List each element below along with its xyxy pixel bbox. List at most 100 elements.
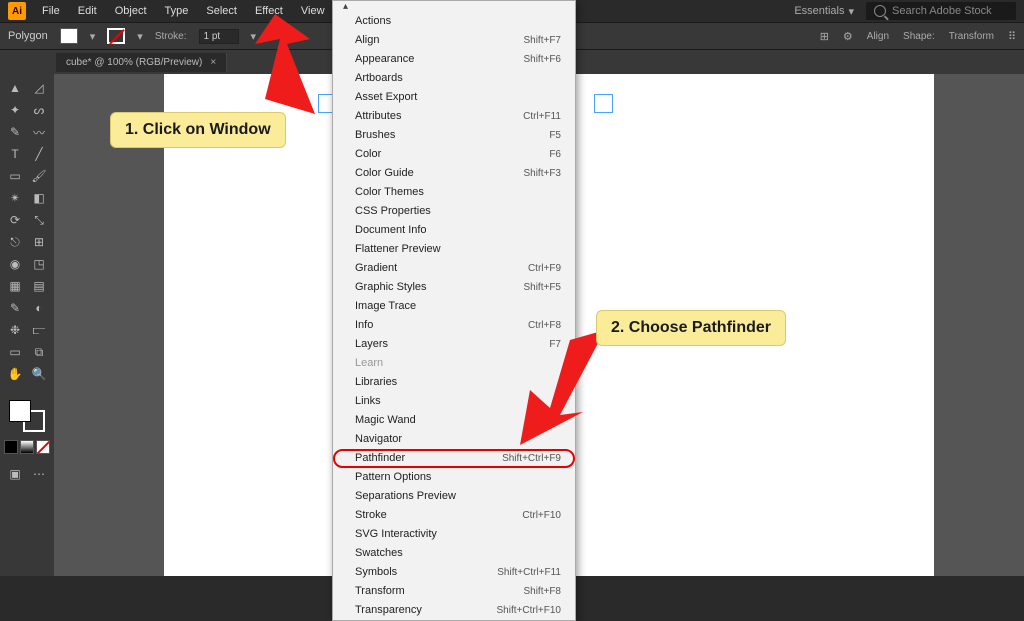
edit-toolbar-button[interactable]: ⋯	[28, 464, 50, 484]
menu-item-label: Layers	[355, 337, 388, 352]
menu-item-appearance[interactable]: AppearanceShift+F6	[333, 50, 575, 69]
shape-builder-tool[interactable]: ◉	[4, 254, 26, 274]
menu-edit[interactable]: Edit	[70, 2, 105, 20]
menu-item-flattener-preview[interactable]: Flattener Preview	[333, 240, 575, 259]
menu-item-label: Magic Wand	[355, 413, 416, 428]
menu-file[interactable]: File	[34, 2, 68, 20]
menu-item-align[interactable]: AlignShift+F7	[333, 31, 575, 50]
preferences-icon[interactable]: ⚙	[843, 30, 853, 43]
search-stock-input[interactable]: Search Adobe Stock	[866, 2, 1016, 20]
menu-item-symbols[interactable]: SymbolsShift+Ctrl+F11	[333, 563, 575, 582]
scroll-up-arrow-icon[interactable]: ▴	[333, 1, 575, 12]
annotation-callout-1: 1. Click on Window	[110, 112, 286, 148]
fill-stroke-control[interactable]	[9, 400, 45, 432]
hand-tool[interactable]: ✋	[4, 364, 26, 384]
mesh-tool[interactable]: ▦	[4, 276, 26, 296]
menu-item-color-guide[interactable]: Color GuideShift+F3	[333, 164, 575, 183]
menu-item-css-properties[interactable]: CSS Properties	[333, 202, 575, 221]
document-setup-icon[interactable]: ⊞	[820, 30, 829, 43]
menu-item-svg-interactivity[interactable]: SVG Interactivity	[333, 525, 575, 544]
menu-item-shortcut: Shift+F6	[523, 52, 561, 67]
tool-row: ❉⫍	[2, 320, 52, 340]
zoom-tool[interactable]: 🔍	[28, 364, 50, 384]
menu-item-label: Color Guide	[355, 166, 414, 181]
slice-tool[interactable]: ⧉	[28, 342, 50, 362]
workspace-label: Essentials	[794, 5, 844, 17]
eyedropper-tool[interactable]: ✎	[4, 298, 26, 318]
selection-tool[interactable]: ▲	[4, 78, 26, 98]
tool-row: ▲◿	[2, 78, 52, 98]
menu-type[interactable]: Type	[157, 2, 197, 20]
tool-row: ✴◧	[2, 188, 52, 208]
menu-item-brushes[interactable]: BrushesF5	[333, 126, 575, 145]
menu-item-attributes[interactable]: AttributesCtrl+F11	[333, 107, 575, 126]
selection-handle[interactable]	[594, 94, 613, 113]
screen-mode-button[interactable]: ▣	[4, 464, 26, 484]
menu-item-artboards[interactable]: Artboards	[333, 69, 575, 88]
shaper-tool[interactable]: ✴	[4, 188, 26, 208]
menu-item-pattern-options[interactable]: Pattern Options	[333, 468, 575, 487]
width-tool[interactable]: ⎋	[4, 232, 26, 252]
align-panel-button[interactable]: Align	[867, 31, 889, 42]
color-mode-solid[interactable]	[4, 440, 18, 454]
color-mode-gradient[interactable]	[20, 440, 34, 454]
stroke-swatch[interactable]	[107, 28, 125, 44]
menu-item-stroke[interactable]: StrokeCtrl+F10	[333, 506, 575, 525]
menu-item-label: Color Themes	[355, 185, 424, 200]
fill-color-box[interactable]	[9, 400, 31, 422]
artboard-tool[interactable]: ▭	[4, 342, 26, 362]
rectangle-tool[interactable]: ▭	[4, 166, 26, 186]
color-mode-none[interactable]	[36, 440, 50, 454]
menu-item-actions[interactable]: Actions	[333, 12, 575, 31]
app-logo: Ai	[8, 2, 26, 20]
eraser-tool[interactable]: ◧	[28, 188, 50, 208]
pen-tool[interactable]: ✎	[4, 122, 26, 142]
rotate-tool[interactable]: ⟳	[4, 210, 26, 230]
fill-swatch[interactable]	[60, 28, 78, 44]
menu-item-gradient[interactable]: GradientCtrl+F9	[333, 259, 575, 278]
menu-item-color[interactable]: ColorF6	[333, 145, 575, 164]
menu-item-swatches[interactable]: Swatches	[333, 544, 575, 563]
menu-item-label: Pattern Options	[355, 470, 431, 485]
annotation-callout-2: 2. Choose Pathfinder	[596, 310, 786, 346]
free-transform-tool[interactable]: ⊞	[28, 232, 50, 252]
menu-item-transform[interactable]: TransformShift+F8	[333, 582, 575, 601]
menu-item-label: Actions	[355, 14, 391, 29]
document-tab[interactable]: cube* @ 100% (RGB/Preview) ×	[56, 53, 227, 72]
menu-item-separations-preview[interactable]: Separations Preview	[333, 487, 575, 506]
type-tool[interactable]: T	[4, 144, 26, 164]
menu-item-label: Gradient	[355, 261, 397, 276]
transform-panel-button[interactable]: Transform	[949, 31, 994, 42]
menu-item-label: Swatches	[355, 546, 403, 561]
workspace-switcher[interactable]: Essentials ▾	[784, 5, 864, 18]
curvature-tool[interactable]: 〰	[28, 122, 50, 142]
scale-tool[interactable]: ⤡	[28, 210, 50, 230]
menu-object[interactable]: Object	[107, 2, 155, 20]
menu-item-color-themes[interactable]: Color Themes	[333, 183, 575, 202]
menu-item-document-info[interactable]: Document Info	[333, 221, 575, 240]
menu-item-asset-export[interactable]: Asset Export	[333, 88, 575, 107]
blend-tool[interactable]: ◐	[28, 298, 50, 318]
menu-item-graphic-styles[interactable]: Graphic StylesShift+F5	[333, 278, 575, 297]
perspective-tool[interactable]: ◳	[28, 254, 50, 274]
menu-item-label: Separations Preview	[355, 489, 456, 504]
graph-tool[interactable]: ⫍	[28, 320, 50, 340]
paintbrush-tool[interactable]: 🖌	[28, 166, 50, 186]
menu-item-label: Transform	[355, 584, 405, 599]
menu-item-image-trace[interactable]: Image Trace	[333, 297, 575, 316]
line-tool[interactable]: ╱	[28, 144, 50, 164]
chevron-down-icon[interactable]: ▾	[137, 30, 143, 43]
direct-selection-tool[interactable]: ◿	[28, 78, 50, 98]
magic-wand-tool[interactable]: ✦	[4, 100, 26, 120]
shape-panel-button[interactable]: Shape:	[903, 31, 935, 42]
more-options-icon[interactable]: ⠿	[1008, 30, 1016, 43]
shape-name: Polygon	[8, 30, 48, 42]
gradient-tool[interactable]: ▤	[28, 276, 50, 296]
menu-item-transparency[interactable]: TransparencyShift+Ctrl+F10	[333, 601, 575, 620]
chevron-down-icon[interactable]: ▾	[90, 30, 96, 43]
lasso-tool[interactable]: ᔕ	[28, 100, 50, 120]
tool-row: ✦ᔕ	[2, 100, 52, 120]
symbol-sprayer-tool[interactable]: ❉	[4, 320, 26, 340]
tool-row: ✎◐	[2, 298, 52, 318]
menu-item-pathfinder[interactable]: PathfinderShift+Ctrl+F9	[333, 449, 575, 468]
